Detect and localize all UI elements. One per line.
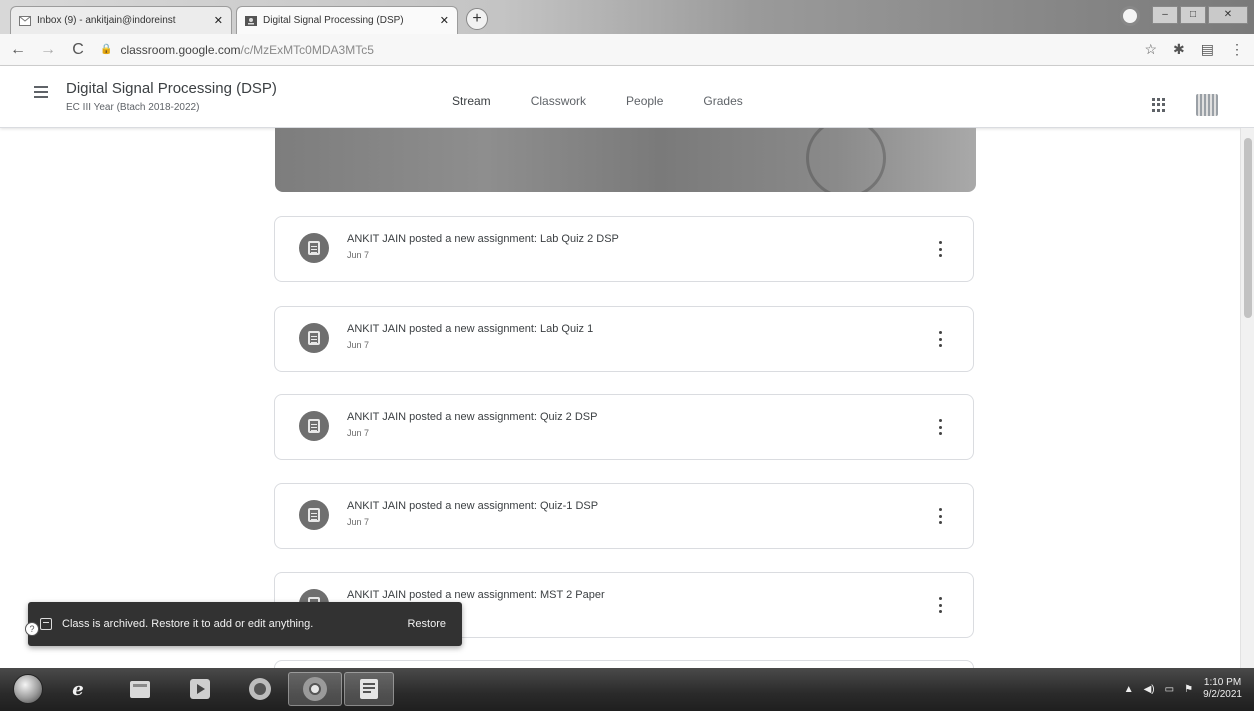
banner-illustration bbox=[806, 128, 886, 192]
network-icon[interactable]: ▭ bbox=[1165, 684, 1174, 695]
tab-title: Digital Signal Processing (DSP) bbox=[263, 15, 404, 26]
stream-post[interactable]: ANKIT JAIN posted a new assignment: Quiz… bbox=[274, 394, 974, 460]
archived-snackbar: Class is archived. Restore it to add or … bbox=[28, 602, 462, 646]
tray-expand-icon[interactable]: ▲ bbox=[1124, 684, 1134, 695]
assignment-icon bbox=[299, 233, 329, 263]
address-bar: ← → C 🔒 classroom.google.com/c/MzExMTc0M… bbox=[0, 34, 1254, 66]
more-vert-icon[interactable] bbox=[939, 508, 943, 524]
browser-tab-strip: Inbox (9) - ankitjain@indoreinst ✕ Digit… bbox=[0, 0, 1254, 34]
snackbar-message: Class is archived. Restore it to add or … bbox=[62, 618, 314, 630]
post-title: ANKIT JAIN posted a new assignment: Lab … bbox=[347, 323, 594, 335]
tab-grades[interactable]: Grades bbox=[703, 94, 742, 108]
post-title: ANKIT JAIN posted a new assignment: Quiz… bbox=[347, 411, 598, 423]
google-apps-icon[interactable] bbox=[1152, 98, 1166, 112]
lock-icon: 🔒 bbox=[100, 44, 113, 55]
more-menu-icon[interactable]: ⋮ bbox=[1230, 41, 1244, 58]
post-date: Jun 7 bbox=[347, 340, 370, 350]
file-explorer-icon[interactable] bbox=[116, 672, 164, 706]
assignment-icon bbox=[299, 411, 329, 441]
class-subtitle: EC III Year (Btach 2018-2022) bbox=[66, 102, 200, 113]
url-field[interactable]: 🔒 classroom.google.com/c/MzExMTc0MDA3MTc… bbox=[100, 38, 1130, 62]
extension-icon[interactable]: ✱ bbox=[1173, 41, 1185, 58]
more-vert-icon[interactable] bbox=[939, 597, 943, 613]
close-icon[interactable]: ✕ bbox=[214, 14, 223, 27]
clock-date: 9/2/2021 bbox=[1203, 689, 1242, 700]
post-date: Jun 7 bbox=[347, 428, 370, 438]
system-tray: ▲ ◀) ▭ ⚑ 1:10 PM 9/2/2021 bbox=[1124, 672, 1242, 706]
hamburger-menu-icon[interactable] bbox=[34, 86, 48, 98]
flag-icon[interactable]: ⚑ bbox=[1184, 684, 1193, 695]
post-title: ANKIT JAIN posted a new assignment: Lab … bbox=[347, 233, 619, 245]
classroom-header: Digital Signal Processing (DSP) EC III Y… bbox=[0, 66, 1254, 128]
tab-stream[interactable]: Stream bbox=[452, 94, 491, 108]
gmail-icon bbox=[19, 15, 31, 26]
minimize-button[interactable]: – bbox=[1152, 6, 1178, 24]
class-nav-tabs: Stream Classwork People Grades bbox=[452, 94, 783, 108]
class-title[interactable]: Digital Signal Processing (DSP) bbox=[66, 80, 277, 97]
account-avatar[interactable] bbox=[1196, 94, 1218, 116]
scrollbar-thumb[interactable] bbox=[1244, 138, 1252, 318]
help-icon[interactable]: ? bbox=[25, 622, 39, 636]
restore-button[interactable]: Restore bbox=[407, 618, 446, 630]
stream-post[interactable]: ANKIT JAIN posted a new assignment: Lab … bbox=[274, 216, 974, 282]
stream-post[interactable]: ANKIT JAIN posted a new assignment: Quiz… bbox=[274, 483, 974, 549]
more-vert-icon[interactable] bbox=[939, 419, 943, 435]
class-banner bbox=[275, 128, 976, 192]
browser-toolbar-icons: ☆ ✱ ▤ ⋮ bbox=[1144, 41, 1244, 58]
post-title: ANKIT JAIN posted a new assignment: Quiz… bbox=[347, 500, 599, 512]
windows-taskbar: e ▲ ◀) ▭ ⚑ 1:10 PM 9/2/2021 bbox=[0, 668, 1254, 711]
assignment-icon bbox=[299, 500, 329, 530]
start-button[interactable] bbox=[10, 672, 46, 706]
new-tab-button[interactable]: + bbox=[466, 8, 488, 30]
reload-icon[interactable]: C bbox=[70, 41, 86, 59]
browser-tab-classroom[interactable]: Digital Signal Processing (DSP) ✕ bbox=[236, 6, 458, 34]
archive-icon bbox=[40, 618, 52, 630]
firefox-icon[interactable] bbox=[236, 672, 284, 706]
url-host: classroom.google.com bbox=[120, 42, 241, 57]
clock-time: 1:10 PM bbox=[1203, 677, 1242, 688]
word-icon[interactable] bbox=[344, 672, 394, 706]
assignment-icon bbox=[299, 323, 329, 353]
more-vert-icon[interactable] bbox=[939, 241, 943, 257]
back-arrow-icon[interactable]: ← bbox=[10, 41, 26, 59]
maximize-button[interactable]: □ bbox=[1180, 6, 1206, 24]
post-date: Jun 7 bbox=[347, 517, 370, 527]
post-date: Jun 7 bbox=[347, 250, 370, 260]
close-window-button[interactable]: ✕ bbox=[1208, 6, 1248, 24]
tab-title: Inbox (9) - ankitjain@indoreinst bbox=[37, 15, 176, 26]
page-scrollbar[interactable] bbox=[1240, 128, 1254, 668]
chrome-icon[interactable] bbox=[288, 672, 342, 706]
close-icon[interactable]: ✕ bbox=[440, 14, 449, 27]
more-vert-icon[interactable] bbox=[939, 331, 943, 347]
media-player-icon[interactable] bbox=[176, 672, 224, 706]
browser-tab-gmail[interactable]: Inbox (9) - ankitjain@indoreinst ✕ bbox=[10, 6, 232, 34]
post-title: ANKIT JAIN posted a new assignment: MST … bbox=[347, 589, 605, 601]
star-icon[interactable]: ☆ bbox=[1144, 41, 1157, 58]
taskbar-clock[interactable]: 1:10 PM 9/2/2021 bbox=[1203, 677, 1242, 701]
window-controls: – □ ✕ bbox=[1120, 6, 1248, 26]
volume-icon[interactable]: ◀) bbox=[1144, 684, 1155, 695]
forward-arrow-icon[interactable]: → bbox=[40, 41, 56, 59]
profile-avatar-icon[interactable]: ▤ bbox=[1201, 41, 1214, 58]
tab-people[interactable]: People bbox=[626, 94, 663, 108]
ie-icon[interactable]: e bbox=[54, 672, 102, 706]
tab-classwork[interactable]: Classwork bbox=[531, 94, 586, 108]
classroom-icon bbox=[245, 15, 257, 26]
stream-post[interactable]: ANKIT JAIN posted a new assignment: Lab … bbox=[274, 306, 974, 372]
url-path: /c/MzExMTc0MDA3MTc5 bbox=[240, 42, 374, 57]
profile-icon[interactable] bbox=[1120, 6, 1140, 26]
